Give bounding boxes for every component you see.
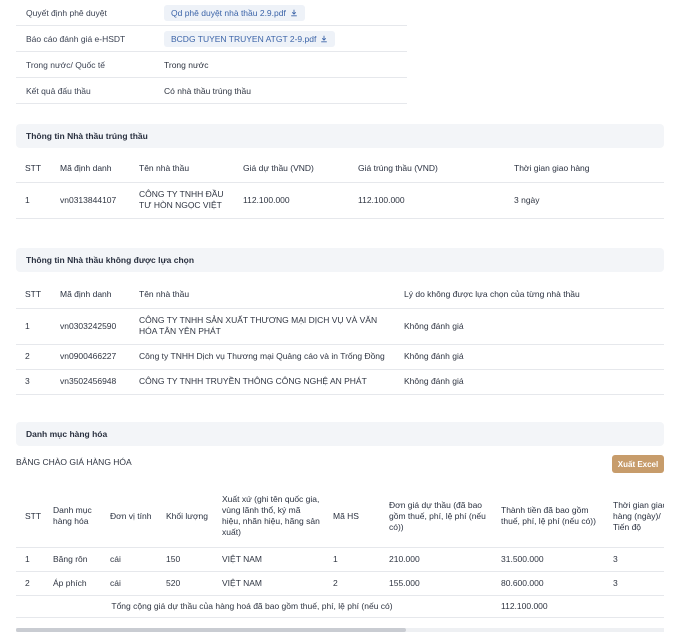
col-header: Mã định danh	[60, 163, 112, 174]
cell-origin: VIỆT NAM	[222, 553, 262, 564]
cell-delivery: 3	[613, 577, 618, 588]
cell-unit-price: 155.000	[389, 577, 420, 588]
goods-table-scroll[interactable]: STT Danh mục hàng hóa Đơn vị tính Khối l…	[16, 486, 664, 628]
col-header: Xuất xứ (ghi tên quốc gia, vùng lãnh thổ…	[222, 494, 320, 538]
cell-item: Áp phích	[53, 577, 87, 588]
col-header: Đơn giá dự thầu (đã bao gồm thuế, phí, l…	[389, 499, 486, 532]
info-value: Trong nước	[164, 59, 209, 70]
col-header: Thời gian giao hàng	[514, 163, 590, 174]
info-label: Kết quả đấu thầu	[26, 85, 91, 96]
cell-unit: cái	[110, 553, 121, 564]
rejected-section-title: Thông tin Nhà thầu không được lựa chọn	[16, 248, 664, 272]
table-header-row: STT Mã định danh Tên nhà thầu Lý do khôn…	[16, 282, 664, 308]
download-icon	[291, 9, 297, 16]
col-header: Thành tiền đã bao gồm thuế, phí, lệ phí …	[501, 505, 596, 527]
table-header-row: STT Mã định danh Tên nhà thầu Giá dự thầ…	[16, 156, 664, 182]
table-row: 1 vn0303242590 CÔNG TY TNHH SẢN XUẤT THƯ…	[16, 308, 664, 344]
table-row: 1 Băng rôn cái 150 VIỆT NAM 1 210.000 31…	[16, 547, 664, 571]
cell-qty: 520	[166, 577, 181, 588]
info-row-approval: Quyết định phê duyệt Qd phê duyệt nhà th…	[16, 0, 407, 26]
cell-id: vn3502456948	[60, 376, 117, 386]
cell-unit-price: 210.000	[389, 553, 420, 564]
rejected-table: STT Mã định danh Tên nhà thầu Lý do khôn…	[16, 282, 664, 395]
info-label: Báo cáo đánh giá e-HSDT	[26, 33, 126, 44]
info-row-scope: Trong nước/ Quốc tế Trong nước	[16, 52, 407, 78]
table-row: 1 vn0313844107 CÔNG TY TNHH ĐẦU TƯ HÒN N…	[16, 182, 664, 218]
cell-hs: 2	[333, 577, 338, 588]
col-header: Giá dự thầu (VND)	[243, 163, 314, 174]
table-header-row: STT Danh mục hàng hóa Đơn vị tính Khối l…	[16, 486, 664, 547]
winner-table: STT Mã định danh Tên nhà thầu Giá dự thầ…	[16, 156, 664, 219]
info-row-report: Báo cáo đánh giá e-HSDT BCDG TUYEN TRUYE…	[16, 26, 407, 52]
col-header: Mã HS	[333, 510, 359, 521]
col-header: STT	[25, 163, 42, 174]
approval-file-link[interactable]: Qd phê duyệt nhà thầu 2.9.pdf	[164, 4, 305, 21]
cell-name: Công ty TNHH Dịch vụ Thương mại Quảng cá…	[139, 351, 385, 361]
table-row: 2 vn0900466227 Công ty TNHH Dịch vụ Thươ…	[16, 344, 664, 369]
info-label: Quyết định phê duyệt	[26, 7, 107, 18]
col-header: Đơn vị tính	[110, 510, 152, 521]
col-header: Tên nhà thầu	[139, 163, 190, 174]
info-value: Có nhà thầu trúng thầu	[164, 85, 251, 96]
winner-section-title: Thông tin Nhà thầu trúng thầu	[16, 124, 664, 148]
cell-amount: 31.500.000	[501, 553, 544, 564]
cell-stt: 2	[25, 577, 30, 588]
col-header: Mã định danh	[60, 289, 112, 300]
col-header: STT	[25, 510, 42, 521]
total-row: Tổng cộng giá dự thầu của hàng hoá đã ba…	[16, 595, 664, 617]
cell-stt: 2	[25, 351, 30, 361]
cell-id: vn0303242590	[60, 320, 117, 331]
cell-hs: 1	[333, 553, 338, 564]
cell-id: vn0900466227	[60, 351, 117, 361]
cell-id: vn0313844107	[60, 194, 117, 205]
cell-name: CÔNG TY TNHH TRUYỀN THÔNG CÔNG NGHỆ AN P…	[139, 376, 367, 386]
cell-name: CÔNG TY TNHH SẢN XUẤT THƯƠNG MẠI DỊCH VỤ…	[139, 315, 378, 336]
col-header: Khối lượng	[166, 510, 208, 521]
tender-info-table: Quyết định phê duyệt Qd phê duyệt nhà th…	[16, 0, 407, 104]
cell-stt: 1	[25, 194, 30, 205]
col-header: Thời gian giao hàng (ngày)/ Tiến độ	[613, 499, 664, 532]
report-file-link[interactable]: BCDG TUYEN TRUYEN ATGT 2-9.pdf	[164, 30, 336, 47]
col-header: Lý do không được lựa chọn của từng nhà t…	[404, 289, 580, 300]
cell-reason: Không đánh giá	[404, 376, 464, 386]
cell-stt: 1	[25, 553, 30, 564]
col-header: Tên nhà thầu	[139, 289, 190, 300]
export-excel-button[interactable]: Xuất Excel	[612, 455, 664, 473]
horizontal-scrollbar[interactable]	[16, 628, 664, 632]
goods-table: STT Danh mục hàng hóa Đơn vị tính Khối l…	[16, 486, 664, 618]
cell-qty: 150	[166, 553, 181, 564]
file-name: Qd phê duyệt nhà thầu 2.9.pdf	[171, 7, 286, 18]
cell-reason: Không đánh giá	[404, 351, 464, 361]
col-header: Danh mục hàng hóa	[53, 505, 92, 527]
info-label: Trong nước/ Quốc tế	[26, 59, 105, 70]
table-row: 3 vn3502456948 CÔNG TY TNHH TRUYỀN THÔNG…	[16, 369, 664, 394]
col-header: STT	[25, 289, 42, 300]
cell-origin: VIỆT NAM	[222, 577, 262, 588]
goods-section-title: Danh mục hàng hóa	[16, 422, 664, 446]
cell-stt: 1	[25, 320, 30, 331]
col-header: Giá trúng thầu (VND)	[358, 163, 438, 174]
price-table-title: BẢNG CHÀO GIÁ HÀNG HÓA	[16, 457, 132, 467]
cell-delivery: 3	[613, 553, 618, 564]
cell-name: CÔNG TY TNHH ĐẦU TƯ HÒN NGỌC VIỆT	[139, 189, 224, 210]
table-row: 2 Áp phích cái 520 VIỆT NAM 2 155.000 80…	[16, 571, 664, 595]
total-label: Tổng cộng giá dự thầu của hàng hoá đã ba…	[111, 600, 393, 611]
cell-win-price: 112.100.000	[358, 194, 405, 205]
cell-stt: 3	[25, 376, 30, 386]
cell-item: Băng rôn	[53, 553, 88, 564]
info-row-result: Kết quả đấu thầu Có nhà thầu trúng thầu	[16, 78, 407, 104]
scrollbar-thumb[interactable]	[16, 628, 406, 632]
cell-delivery: 3 ngày	[514, 194, 540, 205]
cell-reason: Không đánh giá	[404, 320, 464, 331]
cell-amount: 80.600.000	[501, 577, 544, 588]
download-icon	[321, 35, 328, 42]
total-value: 112.100.000	[501, 600, 548, 611]
file-name: BCDG TUYEN TRUYEN ATGT 2-9.pdf	[171, 33, 317, 44]
cell-bid-price: 112.100.000	[243, 194, 290, 205]
cell-unit: cái	[110, 577, 121, 588]
